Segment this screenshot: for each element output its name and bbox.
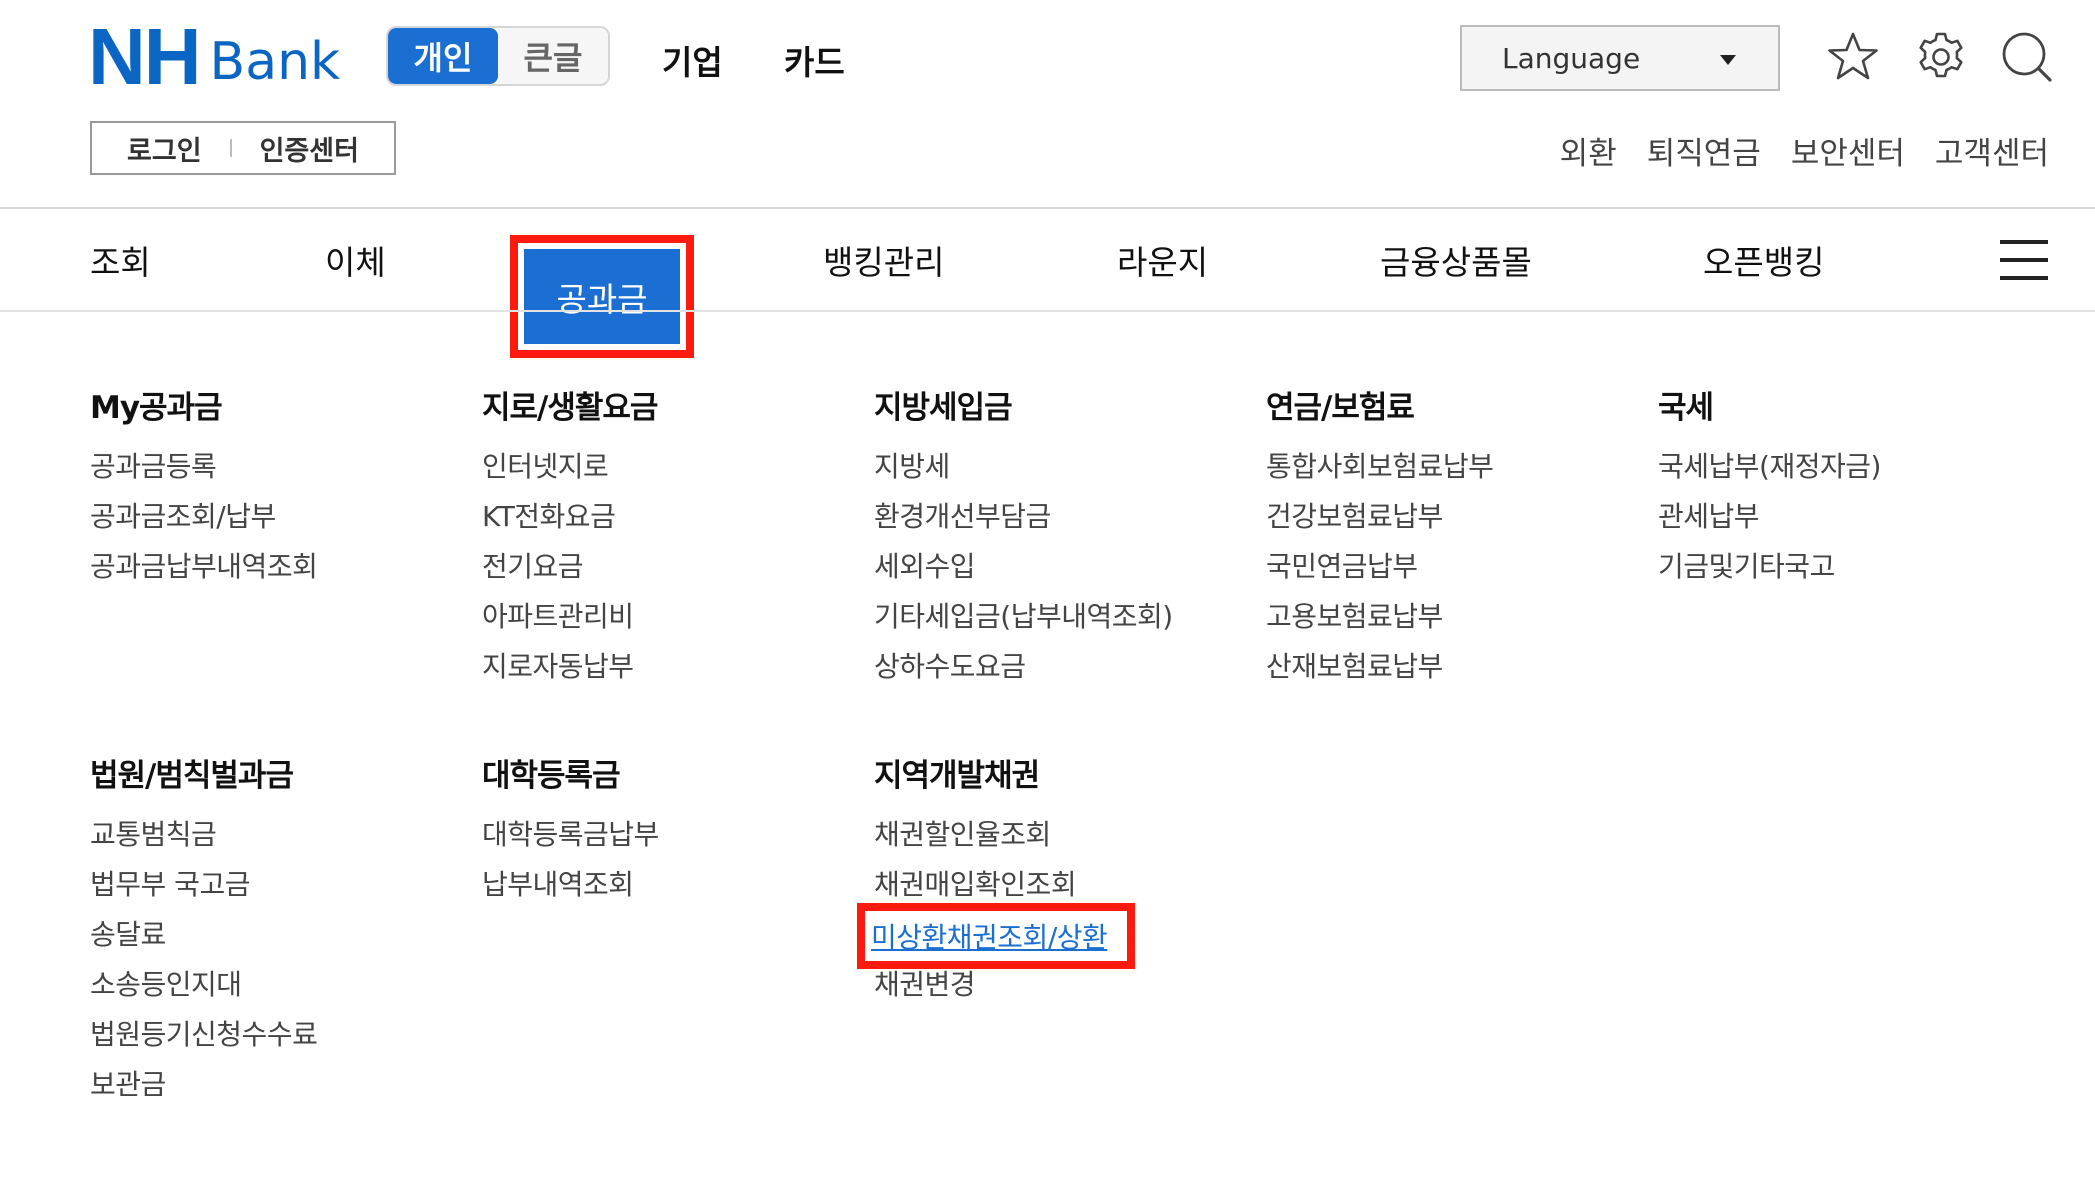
menu-column: 연금/보험료통합사회보험료납부 건강보험료납부 국민연금납부 고용보험료납부 산재보험료…	[1266, 386, 1494, 692]
nav-item-utility-label: 공과금	[524, 249, 680, 344]
top-link-business[interactable]: 기업	[662, 36, 723, 84]
menu-column-title[interactable]: 지방세입금	[874, 386, 1173, 430]
menu-column-title[interactable]: 법원/범칙벌과금	[90, 754, 317, 798]
menu-item-unredeemed-bond-highlighted[interactable]: 미상환채권조회/상환	[857, 903, 1135, 969]
login-box: 로그인 인증센터	[90, 121, 396, 175]
menu-item[interactable]: 산재보험료납부	[1266, 642, 1493, 692]
logo-nh: NH	[88, 12, 202, 101]
menu-item[interactable]: 공과금납부내역조회	[90, 542, 318, 592]
caret-down-icon	[1720, 55, 1736, 65]
nav-item-openbanking[interactable]: 오픈뱅킹	[1703, 236, 1824, 284]
mode-personal-button[interactable]: 개인	[388, 28, 498, 84]
nav-item-lounge[interactable]: 라운지	[1117, 236, 1208, 284]
menu-item[interactable]: 상하수도요금	[874, 642, 1173, 692]
menu-item[interactable]: 국세납부(재정자금)	[1658, 442, 1881, 492]
mode-large-text-button[interactable]: 큰글	[498, 28, 608, 84]
gear-icon[interactable]	[1914, 30, 1968, 84]
nav-item-banking-mgmt[interactable]: 뱅킹관리	[823, 236, 944, 284]
menu-column: 지방세입금지방세 환경개선부담금 세외수입 기타세입금(납부내역조회) 상하수도요금	[874, 386, 1173, 692]
menu-item[interactable]: 지방세	[874, 442, 1173, 492]
menu-item[interactable]: 보관금	[90, 1060, 317, 1110]
logo-bank: Bank	[209, 32, 341, 92]
menu-column: 지로/생활요금인터넷지로 KT전화요금 전기요금 아파트관리비 지로자동납부	[482, 386, 658, 692]
header: NH Bank 개인 큰글 기업 카드 Language 로그인 인증센터 외환…	[0, 0, 2095, 209]
util-link-customer[interactable]: 고객센터	[1935, 128, 2049, 173]
menu-item-label: 미상환채권조회/상환	[871, 921, 1108, 954]
cert-center-link[interactable]: 인증센터	[260, 129, 359, 168]
menu-item[interactable]: 납부내역조회	[482, 860, 659, 910]
menu-item[interactable]: 아파트관리비	[482, 592, 657, 642]
menu-item[interactable]: 대학등록금납부	[482, 810, 659, 860]
header-divider	[0, 207, 2095, 209]
menu-item[interactable]: 소송등인지대	[90, 960, 317, 1010]
menu-item[interactable]: 기타세입금(납부내역조회)	[874, 592, 1173, 642]
hamburger-icon[interactable]	[2000, 240, 2048, 280]
menu-item[interactable]: 공과금등록	[90, 442, 317, 492]
menu-column-title[interactable]: My공과금	[90, 386, 317, 430]
menu-item[interactable]: 인터넷지로	[482, 442, 657, 492]
menu-item[interactable]: 전기요금	[482, 542, 657, 592]
star-icon[interactable]	[1826, 30, 1880, 84]
menu-column: 국세국세납부(재정자금) 관세납부 기금및기타국고	[1658, 386, 1881, 592]
menu-item[interactable]: 지로자동납부	[482, 642, 657, 692]
menu-item[interactable]: 교통범칙금	[90, 810, 317, 860]
nh-bank-logo[interactable]: NH Bank	[88, 12, 341, 101]
menu-item[interactable]: 통합사회보험료납부	[1266, 442, 1494, 492]
utility-links: 외환 퇴직연금 보안센터 고객센터	[1560, 128, 2049, 173]
menu-item[interactable]: KT전화요금	[482, 492, 657, 542]
menu-column-title[interactable]: 지로/생활요금	[482, 386, 658, 430]
top-link-card[interactable]: 카드	[784, 36, 845, 84]
menu-item[interactable]: 고용보험료납부	[1266, 592, 1493, 642]
menu-item[interactable]: 채권할인율조회	[874, 810, 1076, 860]
login-link[interactable]: 로그인	[127, 129, 202, 168]
menu-column-title[interactable]: 국세	[1658, 386, 1881, 430]
menu-column: 대학등록금대학등록금납부 납부내역조회	[482, 754, 659, 910]
nav-item-transfer[interactable]: 이체	[325, 236, 386, 284]
nav-divider	[0, 310, 2095, 312]
search-icon[interactable]	[2000, 30, 2054, 84]
nav-item-utility-active[interactable]: 공과금	[510, 235, 694, 358]
menu-item[interactable]: 송달료	[90, 910, 317, 960]
menu-column-title[interactable]: 지역개발채권	[874, 754, 1076, 798]
menu-item[interactable]: 국민연금납부	[1266, 542, 1493, 592]
menu-item[interactable]: 공과금조회/납부	[90, 492, 317, 542]
menu-item[interactable]: 건강보험료납부	[1266, 492, 1493, 542]
menu-item[interactable]: 환경개선부담금	[874, 492, 1173, 542]
nav-item-inquiry[interactable]: 조회	[90, 236, 151, 284]
util-link-security[interactable]: 보안센터	[1791, 128, 1905, 173]
menu-column: 지역개발채권 채권할인율조회 채권매입확인조회 채권변경	[874, 754, 1077, 1010]
nav-item-products[interactable]: 금융상품몰	[1380, 236, 1532, 284]
menu-item[interactable]: 법무부 국고금	[90, 860, 317, 910]
menu-item[interactable]: 법원등기신청수수료	[90, 1010, 318, 1060]
util-link-pension[interactable]: 퇴직연금	[1647, 128, 1761, 173]
menu-item[interactable]: 기금및기타국고	[1658, 542, 1881, 592]
login-divider	[229, 139, 232, 157]
language-label: Language	[1502, 41, 1641, 75]
language-select[interactable]: Language	[1460, 25, 1780, 91]
menu-column-title[interactable]: 연금/보험료	[1266, 386, 1493, 430]
menu-column: 법원/범칙벌과금교통범칙금 법무부 국고금 송달료 소송등인지대 법원등기신청수수료 보관…	[90, 754, 318, 1110]
util-link-forex[interactable]: 외환	[1560, 128, 1617, 173]
mode-toggle: 개인 큰글	[386, 26, 610, 86]
menu-item[interactable]: 관세납부	[1658, 492, 1881, 542]
menu-column-title[interactable]: 대학등록금	[482, 754, 659, 798]
menu-item[interactable]: 세외수입	[874, 542, 1173, 592]
menu-column: My공과금공과금등록 공과금조회/납부 공과금납부내역조회	[90, 386, 318, 592]
